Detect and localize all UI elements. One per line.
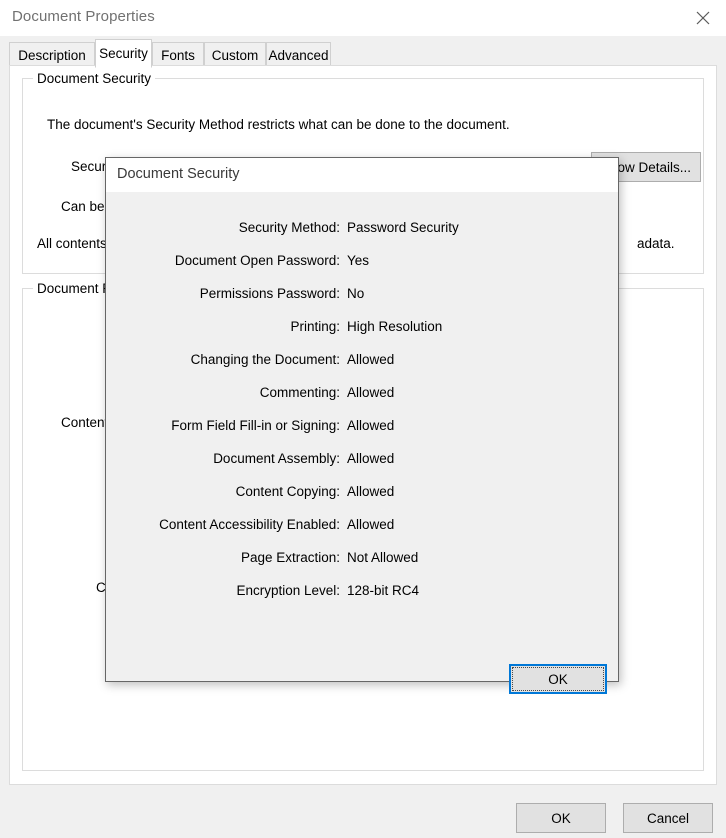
property-row: Permissions Password: No (106, 286, 618, 304)
property-value: Allowed (347, 451, 395, 466)
property-value: No (347, 286, 365, 301)
property-label: Printing: (290, 319, 340, 334)
property-value: Allowed (347, 517, 395, 532)
property-label: Commenting: (259, 385, 340, 400)
window-titlebar: Document Properties (0, 0, 726, 36)
cancel-button[interactable]: Cancel (623, 803, 713, 833)
metadata-trailing-text: adata. (637, 236, 675, 251)
tabstrip: Description Security Fonts Custom Advanc… (0, 36, 726, 68)
property-value: Allowed (347, 352, 395, 367)
property-value: Allowed (347, 385, 395, 400)
group-document-security-title: Document Security (33, 71, 156, 86)
tab-security[interactable]: Security (95, 39, 152, 68)
property-label: Document Assembly: (213, 451, 340, 466)
property-row: Encryption Level: 128-bit RC4 (106, 583, 618, 601)
close-button[interactable] (680, 0, 726, 36)
ok-button-label: OK (551, 810, 571, 826)
dialog-title: Document Security (117, 166, 240, 182)
property-label: Encryption Level: (236, 583, 340, 598)
property-label: Security Method: (238, 220, 340, 235)
page-title: Document Properties (12, 8, 155, 25)
dialog-titlebar: Document Security (106, 158, 618, 192)
property-row: Document Assembly: Allowed (106, 451, 618, 469)
property-value: Yes (347, 253, 370, 268)
dialog-body: Security Method: Password Security Docum… (106, 192, 618, 694)
cancel-button-label: Cancel (646, 810, 690, 826)
property-row: Commenting: Allowed (106, 385, 618, 403)
document-security-dialog: Document Security Security Method: Passw… (105, 157, 619, 694)
property-value: 128-bit RC4 (347, 583, 420, 598)
tab-label: Description (18, 47, 86, 63)
property-value: Allowed (347, 418, 395, 433)
property-row: Content Accessibility Enabled: Allowed (106, 517, 618, 535)
property-row: Printing: High Resolution (106, 319, 618, 337)
dialog-ok-button[interactable]: OK (509, 664, 607, 694)
property-value: Password Security (347, 220, 459, 235)
tab-label: Advanced (268, 47, 329, 63)
property-label: Document Open Password: (174, 253, 340, 268)
property-label: Changing the Document: (190, 352, 340, 367)
property-row: Changing the Document: Allowed (106, 352, 618, 370)
property-row: Security Method: Password Security (106, 220, 618, 238)
property-value: Allowed (347, 484, 395, 499)
property-label: Page Extraction: (240, 550, 340, 565)
property-value: High Resolution (347, 319, 443, 334)
property-row: Content Copying: Allowed (106, 484, 618, 502)
property-label: Form Field Fill-in or Signing: (171, 418, 340, 433)
security-method-description: The document's Security Method restricts… (47, 117, 510, 132)
property-row: Form Field Fill-in or Signing: Allowed (106, 418, 618, 436)
property-row: Document Open Password: Yes (106, 253, 618, 271)
property-label: Content Accessibility Enabled: (159, 517, 340, 532)
all-contents-row-label: All contents (37, 236, 107, 251)
property-row: Page Extraction: Not Allowed (106, 550, 618, 568)
tab-label: Fonts (161, 47, 195, 63)
close-icon (696, 11, 710, 25)
dialog-ok-label: OK (512, 667, 604, 691)
ok-button[interactable]: OK (516, 803, 606, 833)
property-label: Content Copying: (235, 484, 340, 499)
tab-label: Security (99, 46, 148, 61)
property-value: Not Allowed (347, 550, 419, 565)
tab-label: Custom (211, 47, 259, 63)
property-label: Permissions Password: (199, 286, 340, 301)
